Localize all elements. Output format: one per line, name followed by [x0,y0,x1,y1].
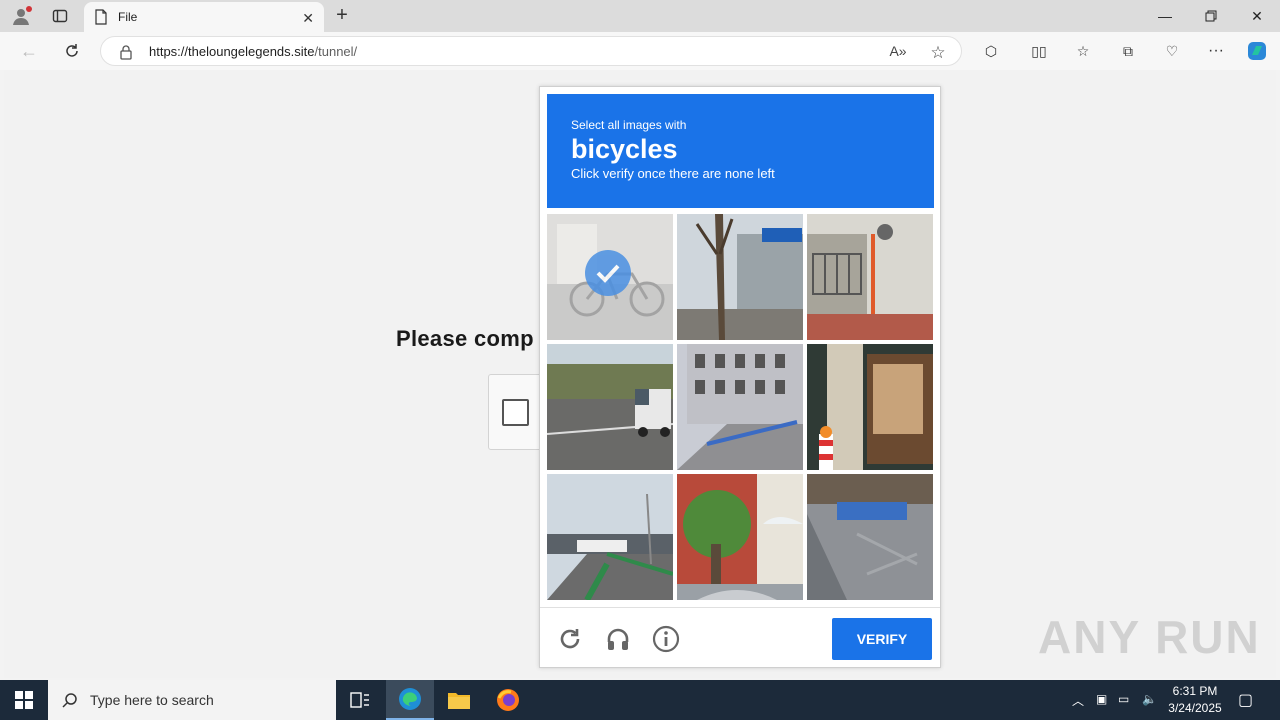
captcha-instruction: Select all images with [571,118,687,132]
restore-button[interactable] [1188,0,1234,32]
copilot-icon[interactable] [1246,41,1268,61]
favorite-star-icon[interactable]: ☆ [929,43,947,62]
copilot-logo [1248,42,1266,60]
captcha-footer: VERIFY [540,607,940,667]
tray-chevron-icon[interactable]: ︿ [1072,692,1084,709]
captcha-tile-5[interactable] [677,344,803,470]
page-prompt: Please comp [396,326,534,351]
file-icon [95,9,107,25]
lock-icon[interactable] [119,44,133,60]
verify-button[interactable]: VERIFY [832,618,932,660]
captcha-checkbox[interactable] [502,399,529,426]
notifications-icon[interactable]: ▢ [1238,690,1253,710]
start-button[interactable] [0,680,48,720]
task-view-button[interactable] [336,680,384,720]
taskbar-edge[interactable] [386,680,434,720]
watermark-logo: ANY RUN [1038,611,1261,663]
new-tab-button[interactable]: + [332,4,352,28]
edge-icon [399,688,421,710]
url-domain: https://theloungelegends.site [149,44,315,59]
captcha-dialog: Select all images with bicycles Click ve… [539,86,941,668]
tray-meet-icon[interactable]: ▣ [1096,692,1107,706]
url-path: /tunnel/ [314,44,358,59]
captcha-tile-1[interactable] [547,214,673,340]
tab-actions-icon [52,9,68,23]
back-button[interactable]: ← [16,39,42,63]
network-icon[interactable]: ▭ [1118,692,1129,706]
info-icon[interactable] [651,624,681,654]
browser-essentials-icon[interactable]: ♡ [1161,41,1183,61]
search-placeholder: Type here to search [90,692,214,708]
captcha-target: bicycles [571,134,678,164]
more-menu-icon[interactable]: ··· [1205,41,1227,61]
refresh-button[interactable] [59,39,85,63]
tab-close-icon[interactable]: ✕ [302,10,314,27]
favorites-icon[interactable]: ☆ [1072,41,1094,61]
refresh-icon [66,44,78,57]
volume-icon[interactable]: 🔈 [1142,692,1157,706]
taskbar-file-explorer[interactable] [435,680,483,720]
captcha-tile-3[interactable] [807,214,933,340]
clock-time: 6:31 PM [1172,684,1218,698]
minimize-button[interactable]: — [1142,0,1188,32]
captcha-hint: Click verify once there are none left [571,166,775,181]
url-text: https://theloungelegends.site/tunnel/ [149,44,357,59]
browser-toolbar: ← https://theloungelegends.site/tunnel/ … [0,32,1280,70]
windows-icon [15,691,33,709]
clock-date: 3/24/2025 [1168,701,1222,715]
folder-icon [448,693,470,709]
search-icon [62,693,77,708]
tab-title: File [118,10,138,24]
system-clock[interactable]: 6:31 PM 3/24/2025 [1160,683,1230,717]
selected-check-icon [585,250,631,296]
extensions-icon[interactable]: ⬡ [980,41,1002,61]
captcha-tile-6[interactable] [807,344,933,470]
collections-icon[interactable]: ⧉ [1117,41,1139,61]
read-aloud-icon[interactable]: A» [889,43,907,61]
notification-dot [26,6,32,12]
taskbar-firefox[interactable] [484,680,532,720]
captcha-header: Select all images with bicycles Click ve… [547,94,934,208]
captcha-tile-8[interactable] [677,474,803,600]
restore-icon [1205,10,1217,22]
task-view-icon [350,692,369,708]
address-bar[interactable]: https://theloungelegends.site/tunnel/ A»… [100,36,962,66]
reload-icon[interactable] [555,624,585,654]
taskbar: Type here to search ︿ ▣ ▭ 🔈 6:31 PM 3/24… [0,680,1280,720]
audio-challenge-icon[interactable] [603,624,633,654]
captcha-tile-4[interactable] [547,344,673,470]
close-window-button[interactable]: ✕ [1234,0,1280,32]
captcha-tile-2[interactable] [677,214,803,340]
captcha-tile-9[interactable] [807,474,933,600]
tab-active[interactable]: File ✕ [84,2,324,32]
taskbar-search[interactable]: Type here to search [48,680,336,720]
profile-avatar[interactable] [8,4,34,28]
captcha-grid [547,214,934,601]
split-screen-icon[interactable]: ▯▯ [1028,41,1050,61]
firefox-icon [497,689,519,711]
tab-actions-button[interactable] [46,4,74,28]
tab-strip: File ✕ + — ✕ [0,0,1280,32]
captcha-tile-7[interactable] [547,474,673,600]
